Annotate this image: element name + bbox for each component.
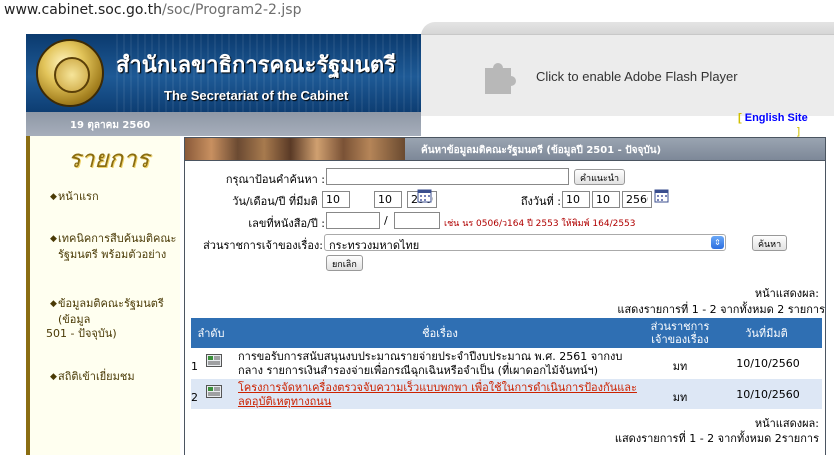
flash-placeholder[interactable]: Click to enable Adobe Flash Player [421, 34, 834, 116]
diamond-bullet-icon: ◆ [50, 299, 57, 309]
agency-selected-value: กระทรวงมหาดไทย [329, 239, 420, 252]
english-site-label: English Site [744, 112, 808, 124]
banner-title-en: The Secretariat of the Cabinet [164, 88, 349, 103]
doc-no-label: เลขที่หนังสือ/ปี : [248, 217, 325, 230]
doc-no-separator: / [384, 214, 388, 227]
sidebar-item-cabinet-data-cont[interactable]: 501 - ปัจจุบัน) [46, 326, 171, 342]
row-index: 1 [191, 360, 198, 373]
diamond-bullet-icon: ◆ [50, 372, 57, 382]
sidebar-item-label: หน้าแรก [58, 190, 99, 203]
from-date-label: วัน/เดือน/ปี ที่มีมติ : [232, 195, 325, 208]
doc-no-input[interactable] [326, 212, 380, 229]
document-icon[interactable] [206, 385, 222, 398]
row-date: 10/10/2560 [736, 388, 800, 401]
url-host: www.cabinet.soc.go.th [4, 2, 163, 18]
calendar-icon[interactable] [417, 188, 432, 203]
search-button[interactable]: ค้นหา [752, 235, 788, 251]
paging-top-summary: แสดงรายการที่ 1 - 2 จากทั้งหมด 2 รายการ [617, 303, 825, 316]
to-month-input[interactable] [592, 191, 620, 208]
document-icon[interactable] [206, 354, 222, 367]
from-month-input[interactable] [374, 191, 402, 208]
col-date: วันที่มีมติ [745, 326, 788, 340]
cancel-button[interactable]: ยกเลิก [326, 255, 363, 271]
diamond-bullet-icon: ◆ [50, 192, 57, 202]
doc-no-hint: เช่น นร 0506/ว164 ปี 2553 ให้พิมพ์ 164/2… [444, 219, 636, 229]
doc-year-input[interactable] [394, 212, 440, 229]
table-row: 1 การขอรับการสนับสนุนงบประมาณรายจ่ายประจ… [191, 348, 822, 378]
header-photo-strip [185, 138, 405, 160]
puzzle-plugin-icon [485, 63, 516, 94]
results-table-header: ลำดับ ชื่อเรื่อง ส่วนราชการเจ้าของเรื่อง… [191, 318, 822, 348]
sidebar-title: รายการ [30, 137, 180, 173]
sidebar-item-label: ข้อมูลมติคณะรัฐมนตรี (ข้อมูล [58, 297, 164, 326]
table-row: 2 โครงการจัดหาเครื่องตรวจจับความเร็วแบบพ… [191, 379, 822, 409]
sidebar-item-label: 501 - ปัจจุบัน) [46, 327, 117, 340]
sidebar-item-search-techniques[interactable]: ◆ เทคนิคการสืบค้นมติคณะรัฐมนตรี พร้อมตัว… [50, 231, 183, 263]
to-year-input[interactable] [622, 191, 652, 208]
suggest-button[interactable]: คำแนะนำ [574, 169, 626, 185]
current-date: 19 ตุลาคม 2560 [70, 120, 151, 131]
col-agency: ส่วนราชการเจ้าของเรื่อง [650, 320, 710, 346]
from-day-input[interactable] [322, 191, 350, 208]
col-subject: ชื่อเรื่อง [422, 326, 458, 340]
search-header-title: ค้นหาข้อมูลมติคณะรัฐมนตรี (ข้อมูลปี 2501… [421, 145, 662, 156]
site-banner: สำนักเลขาธิการคณะรัฐมนตรี The Secretaria… [26, 34, 421, 112]
row-agency: มท [672, 360, 688, 373]
url-bar[interactable]: www.cabinet.soc.go.th/soc/Program2-2.jsp [0, 0, 834, 22]
row-date: 10/10/2560 [736, 357, 800, 370]
keyword-label: กรุณาป้อนคำค้นหา : [225, 173, 325, 186]
cabinet-seal-icon [36, 39, 104, 107]
row-title-link[interactable]: โครงการจัดหาเครื่องตรวจจับความเร็วแบบพกพ… [238, 381, 643, 409]
to-date-label: ถึงวันที่ : [520, 195, 561, 208]
calendar-icon[interactable] [654, 188, 669, 203]
flash-notice: Click to enable Adobe Flash Player [536, 69, 738, 84]
col-index: ลำดับ [197, 326, 225, 340]
row-agency: มท [672, 391, 688, 404]
sidebar-title-text: รายการ [68, 145, 150, 173]
sidebar-item-cabinet-data[interactable]: ◆ ข้อมูลมติคณะรัฐมนตรี (ข้อมูล [50, 296, 183, 328]
sidebar-item-label: สถิติเข้าเยี่ยมชม [58, 370, 135, 383]
english-site-link[interactable]: [ English Site [738, 112, 808, 124]
url-path: /soc/Program2-2.jsp [162, 2, 302, 18]
row-index: 2 [191, 391, 198, 404]
banner-title-th: สำนักเลขาธิการคณะรัฐมนตรี [116, 52, 396, 78]
sidebar-item-label: เทคนิคการสืบค้นมติคณะรัฐมนตรี พร้อมตัวอย… [58, 232, 177, 261]
keyword-input[interactable] [326, 168, 569, 185]
search-panel: กรุณาป้อนคำค้นหา : คำแนะนำ วัน/เดือน/ปี … [184, 161, 826, 455]
search-header-bar: ค้นหาข้อมูลมติคณะรัฐมนตรี (ข้อมูลปี 2501… [184, 137, 826, 161]
select-arrow-icon: ⇕ [711, 236, 724, 249]
diamond-bullet-icon: ◆ [50, 234, 57, 244]
row-title[interactable]: การขอรับการสนับสนุนงบประมาณรายจ่ายประจำป… [238, 350, 643, 378]
sidebar-item-statistics[interactable]: ◆ สถิติเข้าเยี่ยมชม [50, 369, 183, 385]
agency-select[interactable]: กระทรวงมหาดไทย ⇕ [324, 234, 726, 252]
paging-bottom-summary: แสดงรายการที่ 1 - 2 จากทั้งหมด 2รายการ [614, 432, 819, 445]
date-strip: 19 ตุลาคม 2560 [26, 112, 421, 136]
sidebar-item-home[interactable]: ◆ หน้าแรก [50, 189, 183, 205]
to-day-input[interactable] [562, 191, 590, 208]
agency-label: ส่วนราชการเจ้าของเรื่อง: [203, 239, 323, 252]
